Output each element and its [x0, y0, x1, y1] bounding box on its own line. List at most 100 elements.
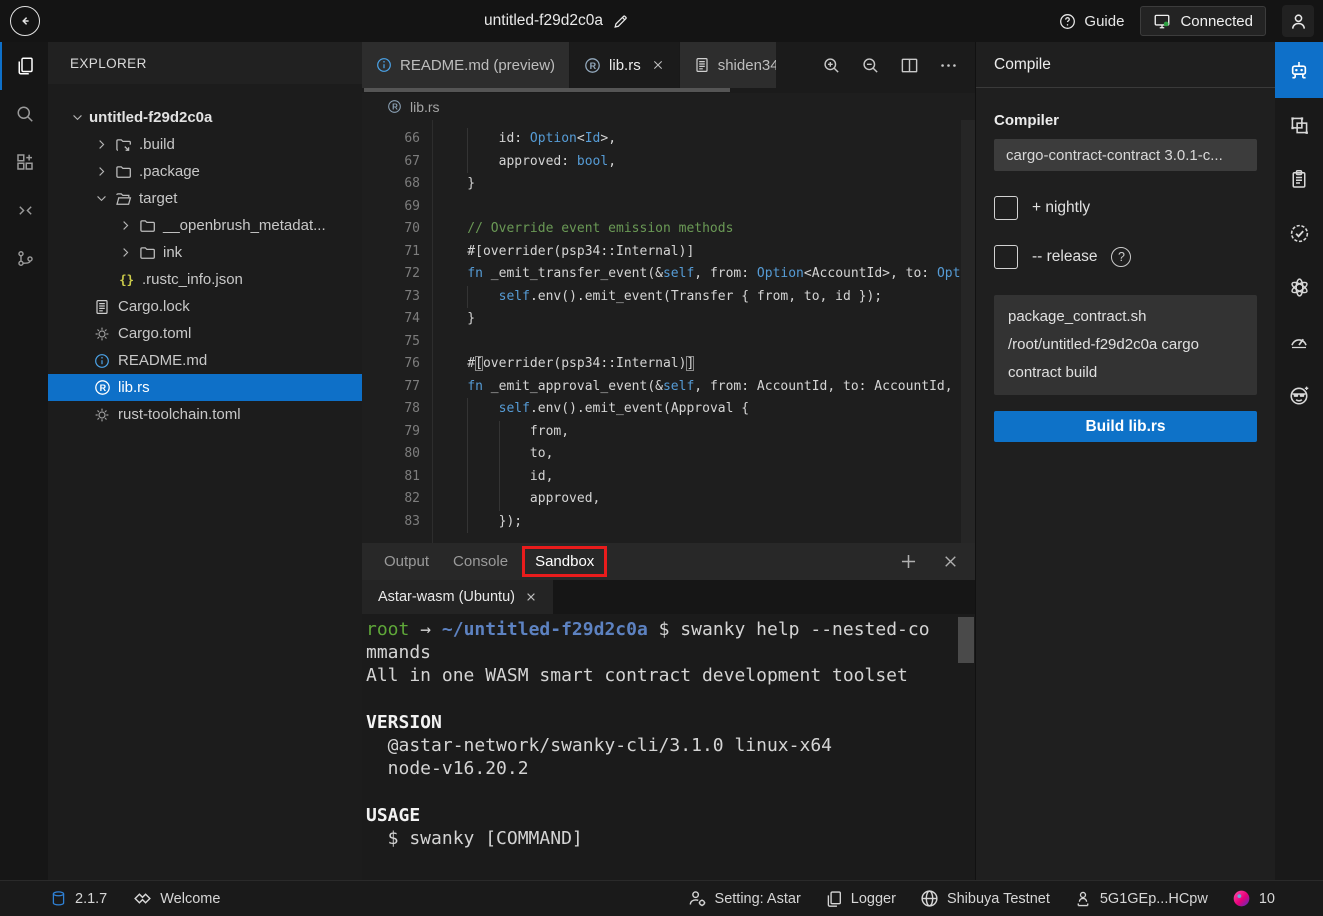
nightly-checkbox[interactable] — [994, 196, 1018, 220]
new-terminal-button[interactable] — [899, 552, 918, 571]
tab-lib-rs[interactable]: Rlib.rs — [570, 42, 680, 88]
tree-item-label: ink — [163, 244, 182, 261]
tree-item-openbrush-metadat[interactable]: __openbrush_metadat... — [48, 212, 362, 239]
tree-item-label: Cargo.lock — [118, 298, 190, 315]
activity-files[interactable] — [0, 42, 48, 90]
chevron-down-icon — [68, 110, 86, 125]
terminal-scrollbar-thumb[interactable] — [958, 617, 974, 663]
tab-readme-md-preview[interactable]: README.md (preview) — [362, 42, 570, 88]
line-number: 72 — [362, 263, 432, 286]
line-number: 73 — [362, 286, 432, 309]
zoom-in-button[interactable] — [816, 50, 846, 80]
activity-search[interactable] — [0, 90, 48, 138]
build-button[interactable]: Build lib.rs — [994, 411, 1257, 442]
tree-item-package[interactable]: .package — [48, 158, 362, 185]
tree-item-build[interactable]: .build — [48, 131, 362, 158]
code-line-content[interactable]: id, — [432, 466, 975, 489]
close-panel-button[interactable] — [942, 553, 959, 570]
line-number: 76 — [362, 353, 432, 376]
breadcrumb[interactable]: R lib.rs — [362, 93, 975, 120]
editor-scrollbar[interactable] — [961, 120, 975, 543]
close-terminal-icon[interactable] — [525, 591, 537, 603]
compiler-select[interactable]: cargo-contract-contract 3.0.1-c... — [994, 139, 1257, 171]
status-welcome[interactable]: Welcome — [133, 889, 220, 908]
split-editor-button[interactable] — [894, 50, 924, 80]
activity-cool-emoji[interactable] — [1275, 368, 1323, 422]
code-line-content[interactable]: self.env().emit_event(Approval { — [432, 398, 975, 421]
code-line-content[interactable]: self.env().emit_event(Transfer { from, t… — [432, 286, 975, 309]
line-number: 80 — [362, 443, 432, 466]
code-line-content[interactable] — [432, 196, 975, 219]
tree-item-lib-rs[interactable]: Rlib.rs — [48, 374, 362, 401]
tree-item-readme-md[interactable]: README.md — [48, 347, 362, 374]
monitor-icon — [1153, 12, 1171, 30]
activity-angle-brackets[interactable] — [0, 186, 48, 234]
code-line-content[interactable]: approved, — [432, 488, 975, 511]
status-10[interactable]: 10 — [1232, 889, 1275, 908]
tree-item-target[interactable]: target — [48, 185, 362, 212]
code-line-content[interactable]: } — [432, 308, 975, 331]
tree-item-ink[interactable]: ink — [48, 239, 362, 266]
panel-header: OutputConsoleSandbox — [362, 543, 975, 580]
chevron-right-icon — [116, 218, 134, 233]
status-5g1gep-hcpw[interactable]: 5G1GEp...HCpw — [1074, 890, 1208, 908]
editor-tab-bar: README.md (preview)Rlib.rsshiden34 — [362, 42, 975, 88]
activity-frames[interactable] — [1275, 98, 1323, 152]
connected-button[interactable]: Connected — [1140, 6, 1266, 36]
panel-tab-console[interactable]: Console — [443, 548, 518, 575]
tree-item-label: untitled-f29d2c0a — [89, 109, 212, 126]
code-line-79: 79 from, — [362, 421, 975, 444]
code-line-content[interactable]: from, — [432, 421, 975, 444]
code-line-content[interactable]: #[overrider(psp34::Internal)] — [432, 353, 975, 376]
activity-clipboard[interactable] — [1275, 152, 1323, 206]
guide-button[interactable]: Guide — [1059, 13, 1124, 30]
zoom-out-button[interactable] — [855, 50, 885, 80]
code-line-71: 71 #[overrider(psp34::Internal)] — [362, 241, 975, 264]
tree-item-label: rust-toolchain.toml — [118, 406, 241, 423]
source-control-icon — [16, 249, 35, 268]
activity-openai[interactable] — [1275, 260, 1323, 314]
activity-extensions[interactable] — [0, 138, 48, 186]
status-shibuya-testnet[interactable]: Shibuya Testnet — [920, 889, 1050, 908]
rename-pencil-icon[interactable] — [612, 13, 629, 30]
more-button[interactable] — [933, 50, 963, 80]
status-2-1-7[interactable]: 2.1.7 — [50, 890, 107, 907]
code-line-content[interactable]: } — [432, 173, 975, 196]
release-help-icon[interactable]: ? — [1111, 247, 1131, 267]
build-command-box: package_contract.sh/root/untitled-f29d2c… — [994, 295, 1257, 395]
release-checkbox[interactable] — [994, 245, 1018, 269]
tree-item-rustc-info-json[interactable]: {}.rustc_info.json — [48, 266, 362, 293]
code-line-content[interactable]: id: Option<Id>, — [432, 128, 975, 151]
polkadot-icon — [1232, 889, 1251, 908]
tree-item-cargo-lock[interactable]: Cargo.lock — [48, 293, 362, 320]
code-editor[interactable]: 66 id: Option<Id>,67 approved: bool,68 }… — [362, 120, 975, 543]
build-command-line: package_contract.sh — [1008, 303, 1243, 331]
tabstrip-scrollbar-thumb[interactable] — [364, 88, 730, 92]
code-line-content[interactable]: fn _emit_approval_event(&self, from: Acc… — [432, 376, 975, 399]
status-logger[interactable]: Logger — [825, 890, 896, 908]
activity-source-control[interactable] — [0, 234, 48, 282]
activity-gauge[interactable] — [1275, 314, 1323, 368]
code-line-content[interactable] — [432, 331, 975, 354]
code-line-content[interactable]: approved: bool, — [432, 151, 975, 174]
code-line-content[interactable]: #[overrider(psp34::Internal)] — [432, 241, 975, 264]
close-tab-icon[interactable] — [651, 58, 665, 72]
line-number: 82 — [362, 488, 432, 511]
tree-item-untitled-f29d2c0a[interactable]: untitled-f29d2c0a — [48, 104, 362, 131]
panel-tab-output[interactable]: Output — [374, 548, 439, 575]
tree-item-cargo-toml[interactable]: Cargo.toml — [48, 320, 362, 347]
status-setting-astar[interactable]: Setting: Astar — [688, 889, 801, 908]
activity-ai-bot[interactable] — [1275, 42, 1323, 98]
panel-tab-sandbox[interactable]: Sandbox — [522, 546, 607, 577]
tree-item-rust-toolchain-toml[interactable]: rust-toolchain.toml — [48, 401, 362, 428]
terminal-tab-astar-wasm[interactable]: Astar-wasm (Ubuntu) — [362, 580, 553, 614]
tab-shiden34[interactable]: shiden34 — [680, 42, 776, 88]
code-line-content[interactable]: }); — [432, 511, 975, 534]
code-line-content[interactable]: fn _emit_transfer_event(&self, from: Opt… — [432, 263, 975, 286]
code-line-content[interactable]: to, — [432, 443, 975, 466]
activity-verified-badge[interactable] — [1275, 206, 1323, 260]
terminal[interactable]: root → ~/untitled-f29d2c0a $ swanky help… — [362, 614, 975, 880]
code-line-content[interactable]: // Override event emission methods — [432, 218, 975, 241]
code-line-72: 72 fn _emit_transfer_event(&self, from: … — [362, 263, 975, 286]
avatar[interactable] — [1282, 5, 1314, 37]
